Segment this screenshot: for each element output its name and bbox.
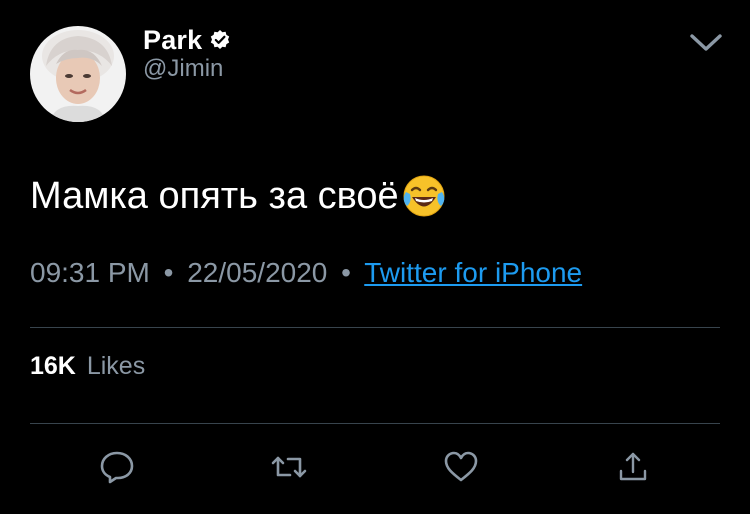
face-with-tears-of-joy-icon [400, 172, 448, 220]
like-button[interactable] [441, 447, 481, 487]
reply-icon [100, 451, 134, 484]
share-button[interactable] [613, 447, 653, 487]
retweet-icon [271, 456, 307, 478]
user-name-row[interactable]: Park [143, 22, 231, 58]
chevron-down-icon[interactable] [688, 28, 724, 56]
retweet-button[interactable] [269, 447, 309, 487]
heart-icon [444, 451, 478, 482]
divider [30, 423, 720, 424]
tweet-time: 09:31 PM [30, 257, 150, 288]
likes-label: Likes [86, 352, 146, 380]
display-name[interactable]: Park [143, 25, 202, 56]
meta-separator: • [341, 257, 351, 288]
meta-separator: • [163, 257, 174, 288]
tweet-text: Мамка опять за своё [30, 172, 448, 220]
likes-stat[interactable]: 16K Likes [30, 352, 145, 381]
share-icon [619, 452, 647, 481]
verified-badge-icon [209, 29, 231, 51]
user-handle[interactable]: @Jimin [143, 55, 223, 83]
tweet-source-link[interactable]: Twitter for iPhone [364, 257, 582, 288]
tweet-meta: 09:31 PM • 22/05/2020 • Twitter for iPho… [30, 257, 582, 289]
divider [30, 327, 720, 328]
reply-button[interactable] [97, 447, 137, 487]
likes-count: 16K [30, 352, 76, 380]
avatar[interactable] [30, 26, 126, 122]
tweet-body: Мамка опять за своё [30, 174, 399, 217]
tweet-date: 22/05/2020 [187, 257, 328, 288]
